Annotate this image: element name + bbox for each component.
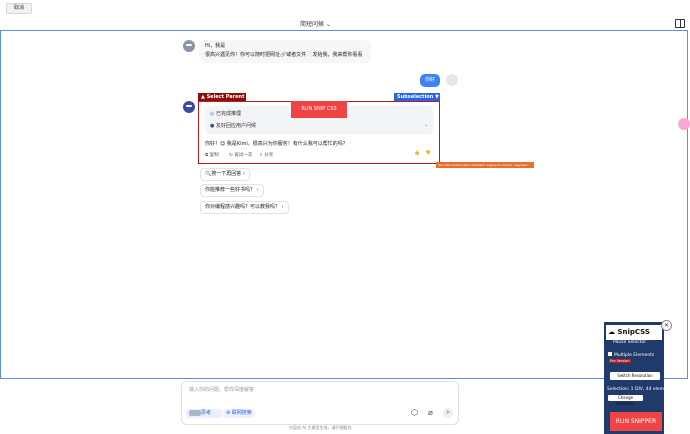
conversation-title[interactable]: 简短问候 ⌄ bbox=[300, 19, 331, 28]
selection-info: Selection: 1 DIV, 44 elem bbox=[607, 387, 665, 392]
chat-input-placeholder[interactable]: 输入你的问题，帮你深度解答 bbox=[189, 386, 254, 393]
user-avatar bbox=[446, 74, 458, 86]
attachment-icon[interactable]: ⌀ bbox=[428, 408, 433, 417]
assistant-answer: 你好！😊 我是Kimi，很高兴为你服务！有什么我可以帮忙的吗？ bbox=[205, 141, 348, 147]
cube-icon[interactable]: ⬡ bbox=[411, 408, 418, 417]
reasoning-status[interactable]: ◎ 已完成推理 bbox=[210, 110, 241, 117]
pause-selector-button[interactable]: Pause Selector bbox=[613, 340, 646, 345]
user-message-bubble: 你好 bbox=[420, 74, 440, 87]
select-parent-button[interactable]: ▲ Select Parent bbox=[198, 93, 246, 101]
snipcss-logo-icon: ☁ bbox=[608, 328, 615, 336]
footer-disclaimer: 内容由 AI 大模型生成，请仔细甄别 bbox=[289, 425, 352, 430]
greeting-bubble: Hi，我是 很高兴遇见你！你可以随时把网址🔗或者文件📄发给我，我来帮你看看 bbox=[199, 40, 371, 63]
think-toggle[interactable]: 思考 bbox=[186, 409, 222, 418]
run-snipper-button[interactable]: RUN SNIPPER bbox=[610, 412, 662, 431]
suggestion-item[interactable]: 🔍搜一下再回答 › bbox=[200, 168, 250, 181]
copy-button[interactable]: ⧉ 复制 bbox=[205, 152, 219, 158]
retry-button[interactable]: ↻ 再试一次 bbox=[229, 152, 252, 158]
run-snip-css-button[interactable]: RUN SNIP CSS bbox=[291, 101, 347, 118]
page-frame bbox=[0, 30, 688, 379]
snipcss-header: ☁ SnipCSS bbox=[606, 325, 662, 340]
web-search-toggle[interactable]: ⊕ 联网搜索 bbox=[223, 409, 255, 418]
bot-avatar bbox=[183, 40, 195, 52]
share-button[interactable]: ⇪ 分享 bbox=[259, 152, 273, 158]
subselection-button[interactable]: Subselection ▼ bbox=[394, 93, 440, 101]
suggestion-item[interactable]: 你对编程感兴趣吗？可以教我吗？ › bbox=[200, 201, 289, 214]
suggestion-item[interactable]: 你能推荐一些好书吗？ › bbox=[200, 184, 264, 197]
sidebar-toggle-icon[interactable] bbox=[675, 19, 685, 28]
send-icon[interactable]: ➤ bbox=[443, 408, 453, 418]
greeting-line-2: 很高兴遇见你！你可以随时把网址🔗或者文件📄发给我，我来帮你看看 bbox=[205, 52, 363, 58]
reasoning-item[interactable]: ● 友好回应用户问候 bbox=[210, 122, 256, 129]
think-icon bbox=[189, 409, 201, 416]
floating-assistant-icon[interactable] bbox=[678, 118, 690, 130]
change-selection-button[interactable]: Change Selection bbox=[608, 395, 643, 406]
close-icon[interactable]: ✕ bbox=[661, 320, 672, 331]
checkbox-icon bbox=[608, 352, 612, 356]
kimi-avatar bbox=[183, 101, 195, 113]
cancel-button[interactable]: 取消 bbox=[6, 3, 32, 14]
multiple-elements-checkbox[interactable]: Multiple Elements bbox=[608, 352, 654, 358]
thumbs-down-icon[interactable]: 👎 bbox=[425, 151, 431, 156]
thumbs-up-icon[interactable]: 👍 bbox=[414, 151, 420, 156]
switch-resolution-button[interactable]: Switch Resolution bbox=[610, 372, 660, 380]
pro-version-badge[interactable]: Pro Version bbox=[609, 359, 631, 363]
chevron-down-icon[interactable]: ⌄ bbox=[424, 122, 428, 128]
element-path-tooltip: div.chat-content-item-assistant .segment… bbox=[436, 162, 534, 173]
greeting-line-1: Hi，我是 bbox=[205, 43, 226, 49]
